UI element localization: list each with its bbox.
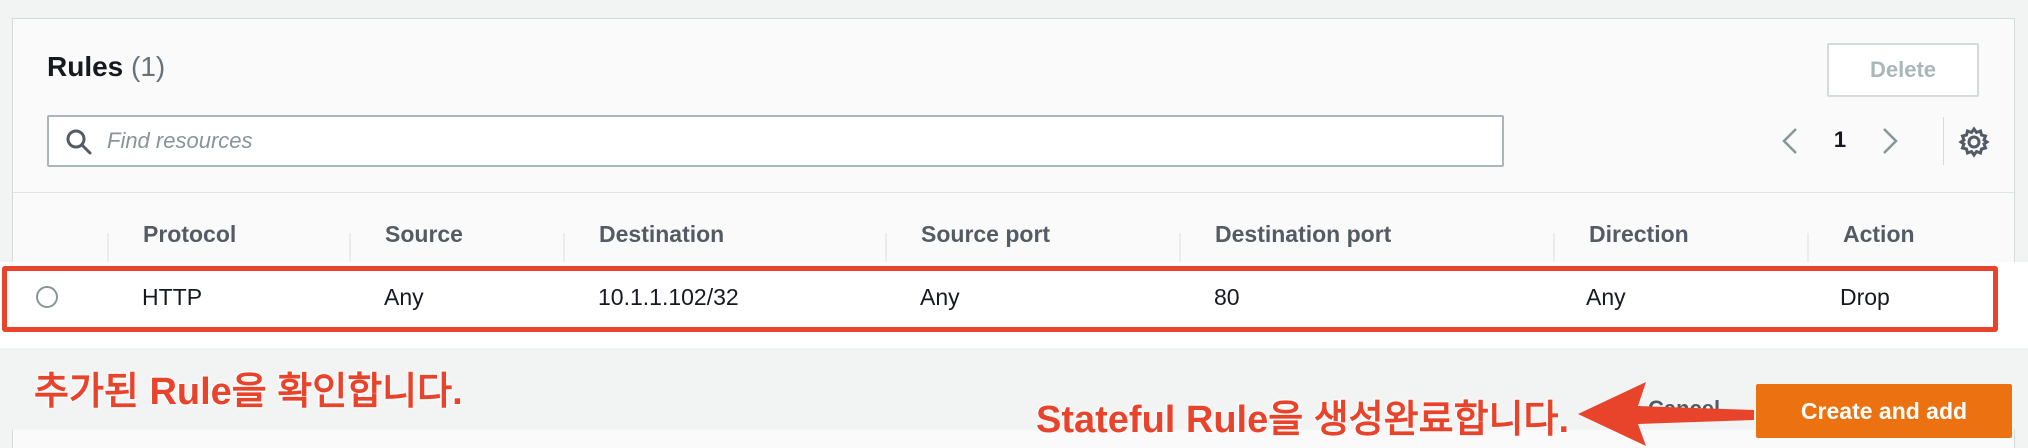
arrow-left-icon [1578, 382, 1754, 446]
delete-button[interactable]: Delete [1827, 43, 1979, 97]
create-and-add-button[interactable]: Create and add [1756, 384, 2012, 438]
column-header-destination-port[interactable]: Destination port [1215, 221, 1391, 248]
column-header-source-port[interactable]: Source port [921, 221, 1050, 248]
page-number[interactable]: 1 [1825, 127, 1855, 157]
pager-divider [1943, 117, 1944, 165]
rules-title: Rules [47, 51, 124, 82]
column-header-action[interactable]: Action [1843, 221, 1915, 248]
column-header-destination[interactable]: Destination [599, 221, 724, 248]
column-header-direction[interactable]: Direction [1589, 221, 1689, 248]
gear-icon [1958, 126, 1990, 158]
page-title: Rules (1) [47, 51, 165, 83]
chevron-left-icon [1782, 128, 1797, 154]
rules-panel-header: Rules (1) Delete 1 [13, 19, 2014, 193]
annotation-row-note: 추가된 Rule을 확인합니다. [34, 371, 463, 413]
rules-count: (1) [131, 51, 166, 82]
search-box[interactable] [47, 115, 1504, 167]
annotation-create-note: Stateful Rule을 생성완료합니다. [1036, 399, 1570, 441]
column-header-protocol[interactable]: Protocol [143, 221, 236, 248]
column-header-source[interactable]: Source [385, 221, 463, 248]
pager-next-button[interactable] [1875, 123, 1905, 159]
preferences-button[interactable] [1957, 125, 1991, 159]
chevron-right-icon [1883, 128, 1898, 154]
search-input[interactable] [107, 125, 1487, 157]
pager-prev-button[interactable] [1775, 123, 1805, 159]
row-highlight-box [2, 266, 1998, 332]
search-icon [66, 129, 92, 155]
